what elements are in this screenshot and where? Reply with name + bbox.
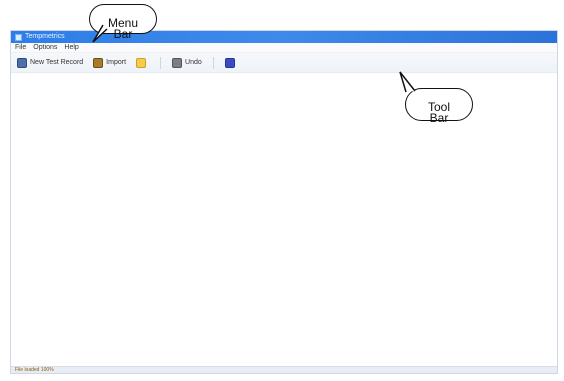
new-test-icon [17, 57, 27, 68]
import-icon [93, 57, 104, 68]
app-window: Tempmetrics File Options Help New Test R… [10, 30, 558, 374]
status-bar: File loaded 100% [11, 366, 557, 373]
menu-bar-callout: Menu Bar [89, 4, 157, 43]
blue-tool-button[interactable] [223, 56, 240, 70]
import-button[interactable]: Import [91, 56, 128, 70]
tool-bar: New Test Record Import Undo [11, 53, 557, 73]
menu-bar-callout-pointer [92, 24, 108, 43]
menu-file[interactable]: File [15, 43, 26, 52]
main-content-area [11, 73, 557, 366]
app-icon [15, 33, 22, 41]
status-text: File loaded 100% [15, 367, 54, 373]
import-label: Import [106, 59, 127, 66]
yellow-tool-icon [136, 57, 147, 68]
window-title: Tempmetrics [25, 33, 65, 40]
tool-bar-callout-text: Tool Bar [427, 100, 450, 125]
toolbar-separator [160, 56, 162, 69]
toolbar-separator [212, 56, 214, 69]
menu-help[interactable]: Help [64, 43, 78, 52]
undo-button[interactable]: Undo [170, 56, 204, 70]
undo-icon [172, 57, 183, 68]
tool-bar-callout: Tool Bar [399, 71, 473, 124]
undo-label: Undo [185, 59, 202, 66]
tool-bar-callout-pointer [399, 71, 416, 93]
new-test-record-button[interactable]: New Test Record [15, 56, 85, 70]
yellow-tool-button[interactable] [134, 56, 151, 70]
menu-options[interactable]: Options [33, 43, 57, 52]
blue-tool-icon [224, 57, 235, 68]
new-test-record-label: New Test Record [30, 59, 84, 66]
